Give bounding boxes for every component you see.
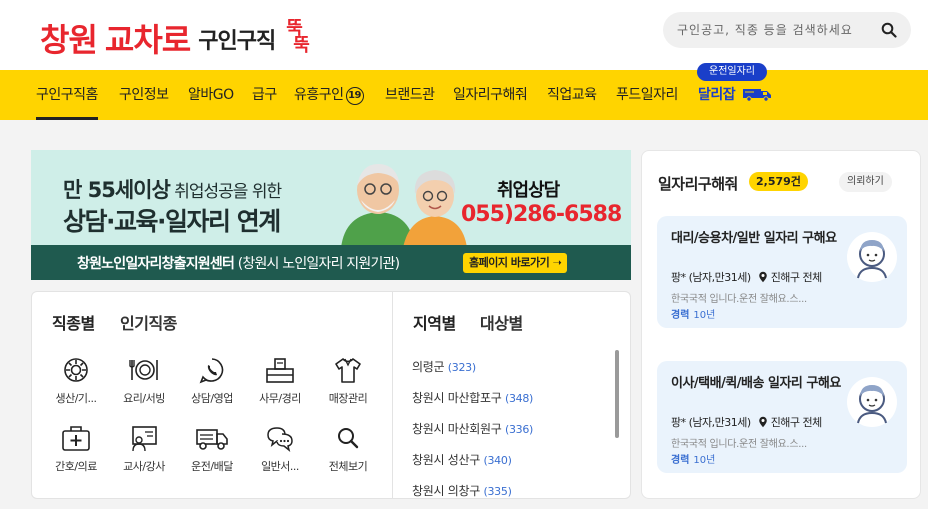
shirt-icon bbox=[335, 358, 361, 383]
nav-item-food-jobs[interactable]: 푸드일자리 bbox=[616, 70, 678, 120]
tab-by-occupation[interactable]: 직종별 bbox=[52, 310, 95, 334]
truck-icon bbox=[742, 89, 771, 102]
dining-icon bbox=[129, 360, 158, 380]
nav-item-alba-go[interactable]: 알바GO bbox=[188, 70, 234, 120]
arrow-right-icon: ➝ bbox=[552, 256, 562, 269]
region-list-scrollbar[interactable] bbox=[615, 350, 619, 438]
tab-by-target[interactable]: 대상별 bbox=[480, 310, 523, 334]
job-request-panel: 일자리구해줘 2,579건 의뢰하기 대리/승용차/일반 일자리 구해요 팡* … bbox=[641, 150, 921, 499]
banner-org-name: 창원노인일자리창출지원센터 (창원시 노인일자리 지원기관) bbox=[77, 255, 400, 272]
banner-consult-label: 취업상담 bbox=[497, 180, 560, 201]
category-store-management[interactable]: 매장관리 bbox=[316, 356, 380, 406]
nav-item-job-info[interactable]: 구인정보 bbox=[119, 70, 169, 120]
category-nursing-medical[interactable]: 간호/의료 bbox=[44, 424, 108, 474]
card-experience: 경력 10년 bbox=[671, 310, 716, 321]
card-description: 한국국적 입니다.운전 잘해요.스... bbox=[671, 294, 807, 305]
panel-title: 일자리구해줘 bbox=[658, 175, 738, 193]
location-pin-icon bbox=[758, 271, 767, 283]
teacher-board-icon bbox=[132, 426, 157, 452]
region-item[interactable]: 창원시 마산합포구 (348) bbox=[412, 389, 533, 406]
category-office-accounting[interactable]: 사무/경리 bbox=[248, 356, 312, 406]
request-button[interactable]: 의뢰하기 bbox=[839, 172, 892, 192]
senior-employment-banner[interactable]: 만 55세이상 취업성공을 위한 상담·교육·일자리 연계 취업상담 055)2… bbox=[31, 150, 631, 280]
card-title: 이사/택배/퀵/배송 일자리 구해요 bbox=[671, 376, 841, 391]
nav-item-urgent[interactable]: 급구 bbox=[252, 70, 277, 120]
logo-sub: 구인구직 bbox=[198, 29, 276, 54]
card-meta: 팡* (남자,만31세) 진해구 전체 bbox=[671, 416, 822, 429]
job-seeker-card[interactable]: 대리/승용차/일반 일자리 구해요 팡* (남자,만31세) 진해구 전체 한국… bbox=[657, 216, 907, 328]
category-cooking-serving[interactable]: 요리/서빙 bbox=[112, 356, 176, 406]
region-item[interactable]: 의령군 (323) bbox=[412, 358, 476, 375]
card-title: 대리/승용차/일반 일자리 구해요 bbox=[671, 231, 837, 246]
search-box bbox=[663, 12, 911, 48]
speech-bubble-icon bbox=[267, 427, 293, 452]
region-item[interactable]: 창원시 성산구 (340) bbox=[412, 451, 512, 468]
tab-popular-occupation[interactable]: 인기직종 bbox=[120, 310, 177, 334]
nav-item-find-job-for-me[interactable]: 일자리구해줘 bbox=[453, 70, 528, 120]
search-icon bbox=[338, 428, 359, 449]
card-description: 한국국적 입니다.운전 잘해요.스... bbox=[671, 439, 807, 450]
category-view-all[interactable]: 전체보기 bbox=[316, 424, 380, 474]
nav-item-entertainment[interactable]: 유흥구인 19 bbox=[294, 70, 364, 120]
category-driving-delivery[interactable]: 운전/배달 bbox=[180, 424, 244, 474]
phone-chat-icon bbox=[199, 358, 224, 384]
homepage-link-button[interactable]: 홈페이지 바로가기 ➝ bbox=[463, 253, 568, 273]
banner-phone: 055)286-6588 bbox=[461, 202, 622, 227]
category-production[interactable]: 생산/기... bbox=[44, 356, 108, 406]
header: 창원 교차로 구인구직 뚝 뚝 bbox=[0, 0, 928, 70]
male-avatar-icon bbox=[857, 385, 887, 424]
gear-icon bbox=[64, 358, 88, 382]
truck-icon bbox=[196, 429, 228, 450]
category-panel: 직종별 인기직종 생산/기... 요리/서빙 상담/영업 사무/경리 매장관리 … bbox=[31, 291, 631, 499]
banner-headline-1: 만 55세이상 취업성공을 위한 bbox=[63, 178, 282, 202]
tab-by-region[interactable]: 지역별 bbox=[413, 310, 456, 334]
office-desk-icon bbox=[266, 358, 294, 383]
banner-headline-2: 상담·교육·일자리 연계 bbox=[63, 207, 281, 236]
category-general-service[interactable]: 일반서... bbox=[248, 424, 312, 474]
male-avatar-icon bbox=[857, 240, 887, 279]
request-count-badge: 2,579건 bbox=[749, 172, 808, 191]
main-nav: 구인구직홈 구인정보 알바GO 급구 유흥구인 19 브랜드관 일자리구해줘 직업… bbox=[0, 70, 928, 120]
site-logo[interactable]: 창원 교차로 구인구직 뚝 뚝 bbox=[40, 8, 310, 60]
avatar bbox=[847, 377, 897, 427]
nav-item-brand[interactable]: 브랜드관 bbox=[385, 70, 435, 120]
logo-ttukttuk: 뚝 뚝 bbox=[286, 18, 310, 56]
search-icon[interactable] bbox=[881, 22, 897, 38]
nav-item-home[interactable]: 구인구직홈 bbox=[36, 70, 98, 120]
job-seeker-card[interactable]: 이사/택배/퀵/배송 일자리 구해요 팡* (남자,만31세) 진해구 전체 한… bbox=[657, 361, 907, 473]
logo-city: 창원 bbox=[40, 21, 98, 59]
logo-brand: 교차로 bbox=[104, 21, 191, 59]
avatar bbox=[847, 232, 897, 282]
region-item[interactable]: 창원시 마산회원구 (336) bbox=[412, 420, 533, 437]
medical-kit-icon bbox=[62, 426, 90, 451]
search-input[interactable] bbox=[677, 23, 877, 37]
category-consulting-sales[interactable]: 상담/영업 bbox=[180, 356, 244, 406]
card-experience: 경력 10년 bbox=[671, 455, 716, 466]
elderly-couple-illustration bbox=[341, 164, 467, 248]
nav-item-job-training[interactable]: 직업교육 bbox=[547, 70, 597, 120]
adult-19-badge: 19 bbox=[345, 87, 364, 105]
location-pin-icon bbox=[758, 416, 767, 428]
category-teacher-instructor[interactable]: 교사/강사 bbox=[112, 424, 176, 474]
card-meta: 팡* (남자,만31세) 진해구 전체 bbox=[671, 271, 822, 284]
panel-divider bbox=[392, 292, 393, 498]
region-item[interactable]: 창원시 의창구 (335) bbox=[412, 482, 512, 498]
driving-jobs-tag: 운전일자리 bbox=[697, 63, 767, 81]
banner-org-bar: 창원노인일자리창출지원센터 (창원시 노인일자리 지원기관) 홈페이지 바로가기… bbox=[31, 245, 631, 280]
